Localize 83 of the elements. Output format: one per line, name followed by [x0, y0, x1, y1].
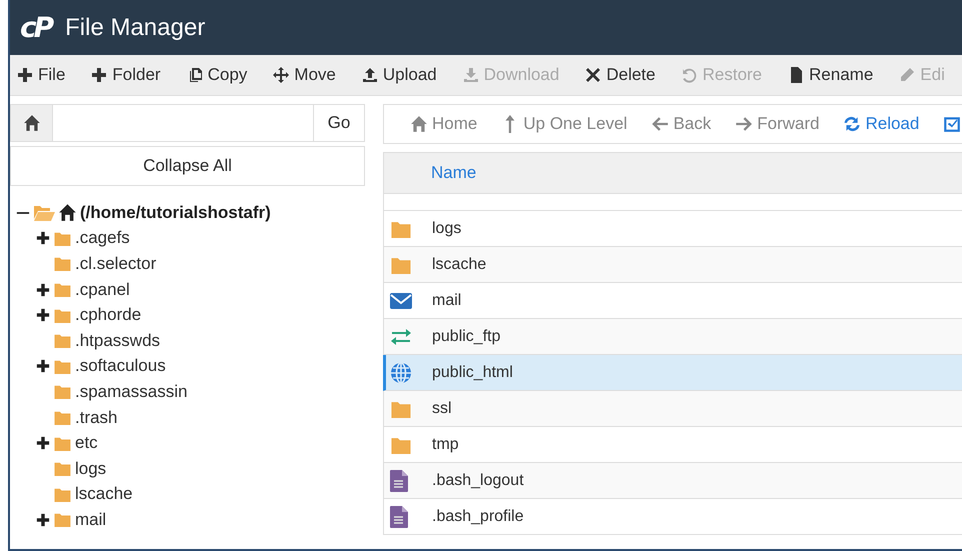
folder-icon [53, 410, 72, 426]
folder-icon [53, 256, 72, 272]
column-header[interactable]: Name [431, 163, 476, 183]
move-arrows-icon [273, 67, 290, 83]
tree-item[interactable]: .spamassassin [75, 382, 188, 402]
folder-icon [53, 486, 72, 502]
file-name: tmp [432, 436, 459, 454]
expand-icon[interactable] [36, 282, 50, 297]
toolbar-button[interactable]: Move [260, 60, 349, 90]
file-row[interactable]: public_html [383, 355, 962, 391]
expand-icon[interactable] [36, 436, 50, 450]
reload-icon [843, 115, 862, 133]
file-row[interactable]: .bash_logout [383, 463, 962, 499]
tree-item[interactable]: .cphorde [75, 305, 142, 326]
tree-item[interactable]: mail [75, 510, 106, 530]
collapse-all-button[interactable]: Collapse All [10, 146, 365, 186]
folder-icon [53, 384, 72, 400]
undo-arrow-icon [681, 67, 698, 83]
transfer-arrows-icon [390, 328, 412, 344]
envelope-icon [390, 292, 412, 308]
plus-icon [17, 67, 33, 83]
plus-icon [91, 67, 108, 83]
toolbar-button[interactable]: Copy [174, 60, 260, 90]
tree-item[interactable]: .cagefs [75, 228, 130, 248]
toolbar-button[interactable]: File [10, 60, 78, 90]
tree-item[interactable]: .softaculous [75, 356, 166, 376]
tree-item[interactable]: etc [75, 433, 98, 454]
nav-button[interactable]: Reload [831, 109, 932, 139]
expand-icon[interactable] [36, 359, 50, 374]
upload-icon [362, 67, 378, 83]
tree-item[interactable]: (/home/tutorialshostafr) [80, 202, 271, 223]
file-name: mail [432, 292, 462, 310]
delete-icon [585, 67, 602, 83]
folder-icon [53, 282, 72, 298]
right-arrow-icon [735, 115, 754, 133]
expand-icon[interactable] [36, 512, 50, 527]
file-row[interactable]: .bash_profile [383, 499, 962, 535]
file-row[interactable]: lscache [383, 247, 962, 283]
file-name: logs [432, 220, 462, 238]
folder-icon [390, 220, 412, 238]
left-arrow-icon [651, 115, 670, 133]
folder-icon [53, 512, 72, 528]
file-name: lscache [432, 256, 486, 274]
tree-item[interactable]: .trash [75, 408, 118, 428]
text-file-icon [390, 506, 408, 528]
toolbar-button[interactable]: Rename [775, 60, 886, 90]
toolbar-button[interactable]: Delete [572, 60, 668, 90]
expand-icon[interactable] [36, 308, 50, 322]
folder-icon [53, 436, 72, 451]
document-icon [788, 67, 804, 83]
folder-icon [53, 333, 72, 348]
folder-icon [53, 230, 72, 246]
file-name: .bash_profile [432, 508, 524, 526]
text-file-icon [390, 470, 408, 492]
expand-icon[interactable] [36, 231, 50, 246]
tree-item[interactable]: .htpasswds [75, 330, 160, 351]
folder-icon [390, 256, 412, 274]
file-name: public_html [432, 364, 513, 382]
file-name: public_ftp [432, 328, 500, 346]
folder-icon [53, 461, 72, 476]
file-name: .bash_logout [432, 472, 524, 490]
home-icon [410, 115, 428, 133]
logo: cP [20, 11, 52, 44]
folder-icon [53, 308, 72, 323]
file-row[interactable]: public_ftp [383, 319, 962, 355]
tree-item[interactable]: lscache [75, 484, 133, 504]
toolbar-button[interactable]: Folder [78, 60, 174, 90]
file-name: ssl [432, 400, 452, 418]
toolbar-button[interactable]: Upload [348, 60, 450, 90]
download-icon [462, 67, 479, 83]
tree-item[interactable]: .cpanel [75, 280, 130, 300]
window-title: File Manager [65, 14, 206, 42]
folder-icon [390, 400, 412, 418]
checkbox-icon [943, 115, 962, 133]
pencil-icon [899, 67, 916, 83]
folder-icon [390, 436, 412, 454]
file-row[interactable]: ssl [383, 391, 962, 427]
globe-icon [390, 362, 412, 384]
tree-item[interactable]: .cl.selector [75, 254, 156, 274]
folder-icon [53, 358, 72, 374]
tree-item[interactable]: logs [75, 458, 106, 479]
open-folder-icon [33, 204, 55, 221]
home-icon [58, 203, 77, 222]
